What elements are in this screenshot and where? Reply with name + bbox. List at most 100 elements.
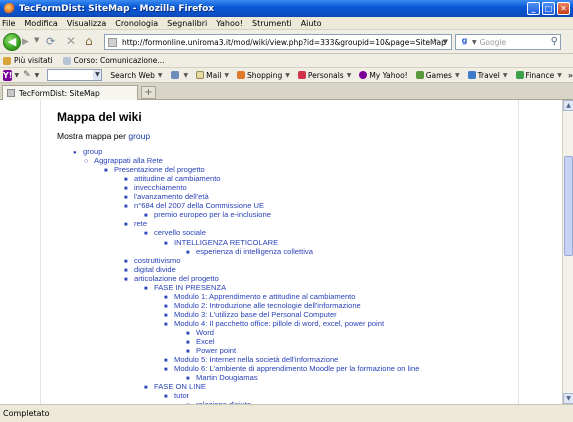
tree-item-link[interactable]: rete — [134, 219, 147, 228]
bookmark-label: Più visitati — [14, 56, 53, 65]
tab-sitemap[interactable]: TecFormDist: SiteMap — [2, 85, 138, 100]
tree-item-link[interactable]: Modulo 3: L'utilizzo base del Personal C… — [174, 310, 337, 319]
games-icon — [415, 71, 424, 79]
menu-visualizza[interactable]: Visualizza — [67, 19, 106, 28]
maximize-button[interactable]: □ — [542, 2, 555, 15]
yahoo-menu-dropdown-icon[interactable]: ▼ — [14, 72, 19, 79]
bullet-icon: ■ — [124, 276, 128, 283]
tree-item-link[interactable]: premio europeo per la e-inclusione — [154, 210, 271, 219]
tab-bar: TecFormDist: SiteMap + — [0, 83, 573, 100]
tree-item-link[interactable]: Word — [196, 328, 214, 337]
tree-item-link[interactable]: Modulo 5: Internet nella società dell'in… — [174, 355, 338, 364]
yahoo-logo-icon[interactable]: Y! — [3, 69, 13, 81]
menu-strumenti[interactable]: Strumenti — [252, 19, 292, 28]
tree-item-link[interactable]: attitudine al cambiamento — [134, 174, 221, 183]
minimize-button[interactable]: _ — [527, 2, 540, 15]
firefox-icon — [4, 3, 15, 14]
stop-icon[interactable]: ✕ — [66, 34, 76, 48]
tree-item-link[interactable]: FASE IN PRESENZA — [154, 283, 226, 292]
bullet-icon: ■ — [124, 204, 128, 211]
tree-item-link[interactable]: Excel — [196, 337, 215, 346]
tree-item-link[interactable]: Modulo 2: Introduzione alle tecnologie d… — [174, 301, 361, 310]
vertical-scrollbar[interactable]: ▲ ▼ — [562, 100, 573, 404]
bullet-icon: ■ — [144, 231, 148, 238]
tree-item-link[interactable]: Power point — [196, 346, 236, 355]
yahoo-item-label: My Yahoo! — [369, 70, 408, 80]
shopping-icon — [237, 71, 246, 79]
menu-file[interactable]: File — [2, 19, 15, 28]
yahoo-search-dropdown-icon[interactable]: ▼ — [93, 70, 102, 80]
pencil-icon[interactable]: ✎ — [23, 70, 31, 80]
caret-icon: ▼ — [557, 71, 562, 79]
search-placeholder[interactable]: Google — [480, 38, 506, 47]
yahoo-personals[interactable]: Personals ▼ — [297, 70, 352, 80]
tree-item-link[interactable]: Modulo 4: Il pacchetto office: pillole d… — [174, 319, 384, 328]
menu-yahoo[interactable]: Yahoo! — [216, 19, 243, 28]
bookmark-corso[interactable]: Corso: Comunicazione... — [62, 56, 165, 65]
menu-cronologia[interactable]: Cronologia — [115, 19, 158, 28]
bullet-icon: ○ — [84, 158, 89, 166]
tree-item: ■ premio europeo per la e-inclusione — [144, 210, 271, 221]
tree-item-link[interactable]: articolazione del progetto — [134, 274, 219, 283]
pencil-dropdown-icon[interactable]: ▼ — [35, 72, 40, 79]
close-button[interactable]: ✕ — [557, 2, 570, 15]
reload-icon[interactable]: ⟳ — [46, 35, 55, 48]
tree-item-link[interactable]: l'avanzamento dell'età — [134, 192, 209, 201]
tree-item-link[interactable]: Modulo 1: Apprendimento e attitudine al … — [174, 292, 356, 301]
bullet-icon: ■ — [104, 168, 108, 175]
tree-item-link[interactable]: FASE ON LINE — [154, 382, 206, 391]
scroll-up-icon[interactable]: ▲ — [563, 100, 573, 111]
show-map-group-link[interactable]: group — [128, 131, 150, 141]
yahoo-item-label: Finance — [525, 70, 555, 80]
yahoo-item-label: Search Web — [110, 70, 155, 80]
url-dropdown-icon[interactable]: ▼ — [443, 38, 448, 46]
tree-item-link[interactable]: Aggrappati alla Rete — [94, 156, 163, 165]
yahoo-search-web[interactable]: Search Web ▼ — [110, 71, 162, 80]
menu-aiuto[interactable]: Aiuto — [301, 19, 322, 28]
more-chevron-icon[interactable]: » — [568, 71, 573, 80]
tree-item-link[interactable]: digital divide — [134, 265, 176, 274]
search-engine-dropdown-icon[interactable]: ▼ — [472, 39, 477, 46]
bullet-icon: ■ — [124, 222, 128, 229]
search-icon[interactable]: ⚲ — [551, 36, 558, 47]
search-box[interactable]: g ▼ Google ⚲ — [455, 34, 561, 50]
home-icon[interactable]: ⌂ — [85, 34, 93, 48]
back-button[interactable]: ◀ — [3, 33, 21, 51]
scroll-down-icon[interactable]: ▼ — [563, 393, 573, 404]
yahoo-games[interactable]: Games ▼ — [415, 71, 460, 80]
yahoo-search-input[interactable]: ▼ — [47, 69, 103, 81]
page-content: Mappa del wiki Mostra mappa per group ● g… — [0, 100, 562, 404]
menu-segnalibri[interactable]: Segnalibri — [167, 19, 207, 28]
google-icon[interactable]: g — [458, 36, 471, 48]
most-visited-icon — [3, 56, 11, 65]
tree-item-link[interactable]: tutor — [174, 391, 189, 400]
tree-item-link[interactable]: costruttivismo — [134, 256, 180, 265]
tree-item-link[interactable]: invecchiamento — [134, 183, 187, 192]
yahoo-travel[interactable]: Travel ▼ — [467, 71, 508, 80]
caret-icon: ▼ — [346, 71, 352, 79]
tree-item-link[interactable]: group — [83, 147, 102, 156]
yahoo-item-label: Personals — [307, 70, 344, 80]
bullet-icon: ■ — [144, 385, 148, 392]
yahoo-mail[interactable]: Mail ▼ — [196, 71, 229, 80]
url-text[interactable]: http://formonline.uniroma3.it/mod/wiki/v… — [122, 38, 446, 47]
yahoo-shield[interactable]: ▼ — [170, 71, 188, 79]
menu-modifica[interactable]: Modifica — [24, 19, 57, 28]
tree-item-link[interactable]: esperienza di intelligenza collettiva — [196, 247, 313, 256]
bookmark-star-icon[interactable]: ☆ — [430, 36, 439, 47]
url-bar[interactable]: http://formonline.uniroma3.it/mod/wiki/v… — [104, 34, 452, 50]
yahoo-shopping[interactable]: Shopping ▼ — [237, 71, 290, 80]
scrollbar-thumb[interactable] — [564, 156, 573, 256]
tree-item-link[interactable]: n°684 del 2007 della Commissione UE — [134, 201, 264, 210]
tree-item-link[interactable]: Modulo 6: L'ambiente di apprendimento Mo… — [174, 364, 419, 373]
yahoo-finance[interactable]: Finance ▼ — [515, 70, 562, 80]
tree-item-link[interactable]: Martin Dougiamas — [196, 373, 258, 382]
new-tab-button[interactable]: + — [141, 86, 156, 99]
history-dropdown-icon[interactable]: ▼ — [34, 36, 39, 44]
bookmark-label: Corso: Comunicazione... — [73, 56, 165, 65]
tree-item-link[interactable]: INTELLIGENZA RETICOLARE — [174, 238, 278, 247]
tree-item-link[interactable]: Presentazione del progetto — [114, 165, 205, 174]
tree-item-link[interactable]: cervello sociale — [154, 228, 206, 237]
bookmark-most-visited[interactable]: Più visitati — [3, 56, 53, 65]
yahoo-my-yahoo[interactable]: My Yahoo! — [359, 70, 408, 80]
